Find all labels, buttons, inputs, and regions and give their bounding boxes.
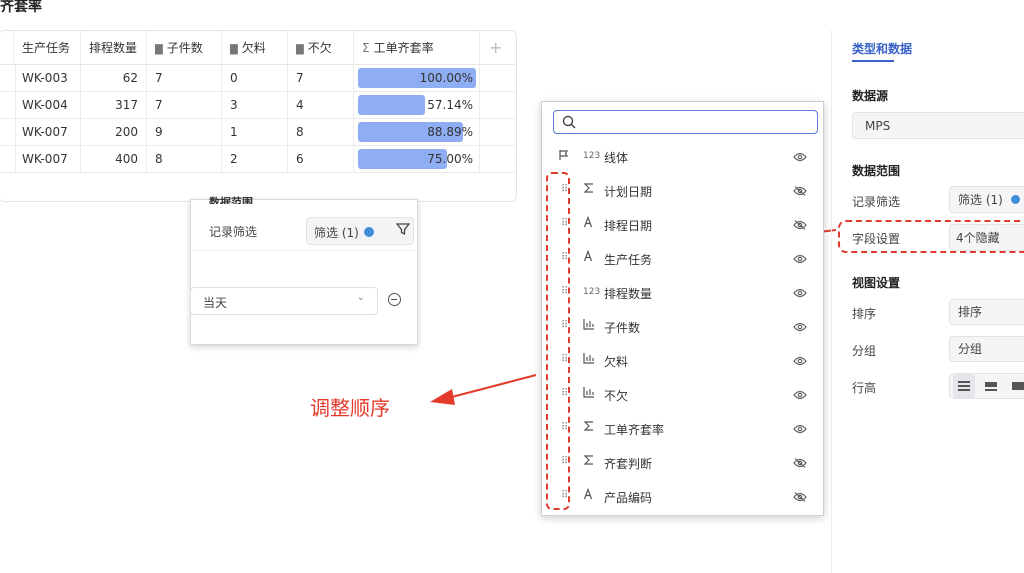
annotation-adjust-order: 调整顺序	[310, 396, 390, 420]
eye-off-icon[interactable]	[793, 457, 807, 471]
record-filter-button[interactable]: 筛选 (1)	[949, 186, 1024, 213]
eye-off-icon[interactable]	[793, 185, 807, 199]
field-item[interactable]: ⠿ 123 排程数量	[542, 276, 823, 310]
field-name: 排程数量	[604, 287, 653, 301]
eye-icon[interactable]	[793, 389, 807, 403]
field-item[interactable]: ⠿ 不欠	[542, 378, 823, 412]
sigma-icon	[583, 182, 595, 197]
field-name: 欠料	[604, 355, 629, 369]
group-button[interactable]: 分组	[949, 336, 1024, 362]
field-item[interactable]: ⠿ 计划日期	[542, 174, 823, 208]
field-item[interactable]: 123 线体	[542, 140, 823, 174]
field-item[interactable]: ⠿ 子件数	[542, 310, 823, 344]
row-height-tall-icon[interactable]	[1007, 374, 1024, 398]
field-item[interactable]: ⠿ 生产任务	[542, 242, 823, 276]
eye-off-icon[interactable]	[793, 491, 807, 505]
info-icon	[1010, 195, 1020, 204]
field-name: 排程日期	[604, 219, 653, 233]
bar-chart-icon	[583, 386, 595, 401]
field-item[interactable]: ⠿ 欠料	[542, 344, 823, 378]
eye-off-icon[interactable]	[793, 219, 807, 233]
field-item[interactable]: ⠿ 产品编码	[542, 480, 823, 514]
field-item[interactable]: ⠿ 排程日期	[542, 208, 823, 242]
drag-handles-highlight	[546, 172, 570, 510]
scope-title: 数据范围	[852, 164, 901, 178]
number-icon: 123	[583, 151, 601, 161]
eye-icon[interactable]	[793, 151, 807, 165]
sigma-icon	[583, 420, 595, 435]
row-height-selector	[949, 373, 1024, 399]
group-label: 分组	[852, 344, 877, 358]
record-filter-label: 记录筛选	[852, 195, 901, 209]
arrow-head-order	[430, 389, 455, 405]
view-settings-title: 视图设置	[852, 276, 901, 290]
eye-icon[interactable]	[793, 423, 807, 437]
row-height-medium-icon[interactable]	[980, 374, 1002, 398]
search-icon	[562, 115, 576, 129]
data-source-value: MPS	[865, 119, 891, 133]
eye-icon[interactable]	[793, 321, 807, 335]
row-height-label: 行高	[852, 381, 877, 395]
field-settings-label: 字段设置	[852, 232, 901, 246]
record-filter-value: 筛选 (1)	[958, 193, 1003, 207]
field-name: 不欠	[604, 389, 629, 403]
field-name: 线体	[604, 151, 629, 165]
eye-icon[interactable]	[793, 355, 807, 369]
field-settings-button[interactable]: 4个隐藏	[949, 224, 1024, 251]
text-a-icon	[583, 249, 595, 265]
tab-type-and-data[interactable]: 类型和数据	[852, 40, 912, 57]
field-settings-popup: 123 线体 ⠿ 计划日期 ⠿ 排程日期 ⠿ 生产任务 ⠿ 123 排程数量 ⠿ 子件数 ⠿ 欠料 ⠿ 不欠 ⠿ 工…	[541, 101, 824, 516]
field-name: 计划日期	[604, 185, 653, 199]
field-settings-value: 4个隐藏	[956, 231, 1000, 245]
eye-icon[interactable]	[793, 253, 807, 267]
field-name: 齐套判断	[604, 457, 653, 471]
field-search-input[interactable]	[553, 110, 818, 134]
field-item[interactable]: ⠿ 工单齐套率	[542, 412, 823, 446]
field-item[interactable]: ⠿ 齐套判断	[542, 446, 823, 480]
field-name: 生产任务	[604, 253, 653, 267]
row-height-compact-icon[interactable]	[953, 374, 975, 398]
text-a-icon	[583, 215, 595, 231]
sigma-icon	[583, 454, 595, 469]
sort-label: 排序	[852, 307, 877, 321]
field-name: 子件数	[604, 321, 641, 335]
arrow-line-order	[447, 374, 537, 399]
panel-divider	[831, 30, 832, 573]
data-source-select[interactable]: MPS	[852, 112, 1024, 139]
sort-value: 排序	[958, 305, 983, 319]
flag-icon	[558, 149, 570, 164]
group-value: 分组	[958, 342, 983, 356]
text-a-icon	[583, 487, 595, 503]
sort-button[interactable]: 排序	[949, 299, 1024, 325]
active-tab-indicator	[852, 60, 894, 62]
bar-chart-icon	[583, 318, 595, 333]
bar-chart-icon	[583, 352, 595, 367]
eye-icon[interactable]	[793, 287, 807, 301]
data-source-title: 数据源	[852, 89, 889, 103]
field-name: 产品编码	[604, 491, 653, 505]
field-name: 工单齐套率	[604, 423, 665, 437]
number-icon: 123	[583, 287, 601, 297]
